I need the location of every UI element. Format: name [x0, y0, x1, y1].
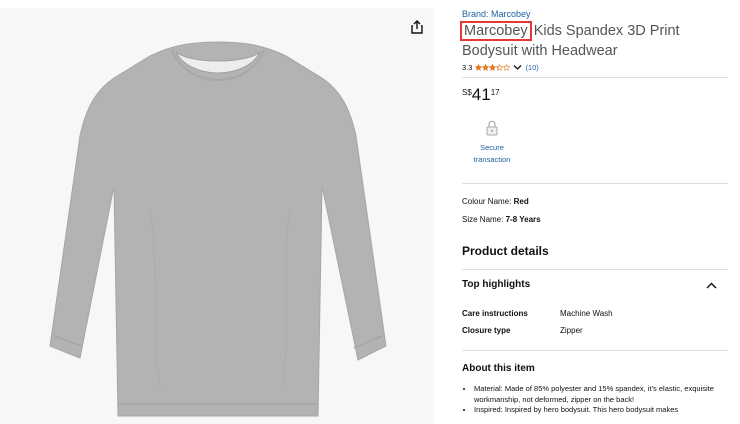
price: S$ 41 17 [462, 86, 500, 103]
price-currency: S$ [462, 88, 472, 97]
lock-icon [486, 120, 498, 136]
colour-attribute: Colour Name: Red [462, 197, 529, 206]
spec-label: Care instructions [462, 309, 528, 318]
price-fraction: 17 [490, 88, 500, 97]
colour-label: Colour Name: [462, 197, 512, 206]
about-bullets: Material: Made of 85% polyester and 15% … [462, 384, 728, 416]
divider [462, 269, 728, 270]
product-details-heading: Product details [462, 244, 549, 258]
product-image-panel[interactable] [0, 8, 434, 424]
spec-row: Care instructions Machine Wash [462, 309, 728, 318]
star-icon [489, 64, 497, 71]
size-value: 7-8 Years [505, 215, 541, 224]
secure-line-2: transaction [473, 155, 511, 164]
share-icon [411, 20, 423, 34]
spec-label: Closure type [462, 326, 511, 335]
star-icon [496, 64, 504, 71]
brand-link[interactable]: Brand: Marcobey [462, 9, 531, 19]
secure-line-1: Secure [480, 143, 504, 152]
list-item: Inspired: Inspired by hero bodysuit. Thi… [474, 405, 728, 416]
about-this-item-heading: About this item [462, 363, 535, 374]
price-whole: 41 [471, 85, 491, 104]
star-rating[interactable] [475, 64, 511, 71]
divider [462, 183, 728, 184]
star-icon [482, 64, 490, 71]
spec-value: Zipper [560, 326, 583, 335]
list-item: Material: Made of 85% polyester and 15% … [474, 384, 728, 405]
rating-count-link[interactable]: (10) [525, 63, 538, 72]
product-image[interactable] [0, 8, 434, 424]
divider [462, 350, 728, 351]
rating-value: 3.3 [462, 63, 473, 72]
chevron-up-icon [706, 282, 716, 288]
chevron-down-icon[interactable] [513, 64, 522, 71]
rating-row[interactable]: 3.3 (10) [462, 63, 539, 72]
product-page: Brand: Marcobey Marcobey Kids Spandex 3D… [0, 0, 740, 424]
spec-row: Closure type Zipper [462, 326, 728, 335]
product-title: Marcobey Kids Spandex 3D Print Bodysuit … [460, 21, 728, 61]
collapse-highlights-button[interactable] [704, 278, 718, 292]
title-brand-highlight: Marcobey [460, 21, 532, 41]
colour-value: Red [513, 197, 529, 206]
size-attribute: Size Name: 7-8 Years [462, 215, 541, 224]
size-label: Size Name: [462, 215, 504, 224]
star-icon [475, 64, 483, 71]
secure-transaction-label: Secure transaction [474, 142, 511, 166]
top-highlights-toggle[interactable]: Top highlights [462, 279, 530, 290]
product-details-column: Brand: Marcobey Marcobey Kids Spandex 3D… [460, 0, 728, 424]
divider [462, 77, 728, 78]
star-icon [503, 64, 511, 71]
share-button[interactable] [406, 16, 428, 38]
spec-value: Machine Wash [560, 309, 613, 318]
secure-transaction[interactable]: Secure transaction [470, 120, 514, 166]
